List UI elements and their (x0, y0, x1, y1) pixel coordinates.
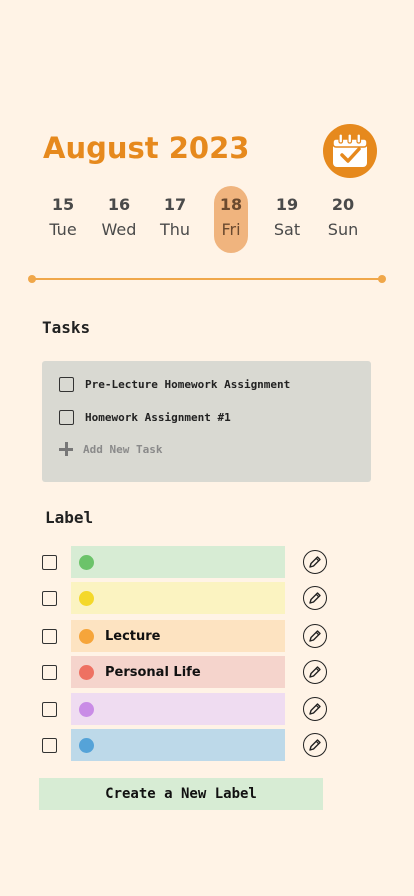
label-bar[interactable]: Lecture (71, 620, 285, 652)
calendar-check-icon (332, 133, 368, 167)
tasks-heading: Tasks (42, 318, 91, 337)
label-bar[interactable] (71, 729, 285, 761)
label-bar[interactable] (71, 582, 285, 614)
day-weekday: Sun (327, 220, 359, 239)
day-weekday: Thu (159, 220, 191, 239)
day-number: 20 (331, 195, 355, 214)
label-bar[interactable] (71, 546, 285, 578)
label-color-dot (79, 554, 94, 570)
add-task-label: Add New Task (83, 442, 163, 456)
edit-label-button[interactable] (303, 660, 327, 684)
task-label: Pre-Lecture Homework Assignment (85, 377, 291, 391)
label-color-dot (79, 664, 94, 680)
label-row (42, 546, 342, 578)
edit-label-button[interactable] (303, 586, 327, 610)
edit-label-button[interactable] (303, 624, 327, 648)
timeline-divider (28, 275, 386, 283)
label-color-dot (79, 628, 94, 644)
label-row: Lecture (42, 620, 342, 652)
day-weekday: Wed (101, 220, 137, 239)
timeline-end-dot (378, 275, 386, 283)
day-number: 19 (275, 195, 299, 214)
label-row (42, 693, 342, 725)
week-strip: 15 Tue 16 Wed 17 Thu 18 Fri 19 Sat 20 Su… (36, 186, 380, 256)
edit-label-button[interactable] (303, 733, 327, 757)
label-bar[interactable] (71, 693, 285, 725)
day-number: 15 (51, 195, 75, 214)
label-checkbox[interactable] (42, 591, 57, 606)
day-17[interactable]: 17 Thu (148, 186, 202, 253)
edit-label-button[interactable] (303, 550, 327, 574)
day-20[interactable]: 20 Sun (316, 186, 370, 253)
day-number: 16 (107, 195, 131, 214)
pencil-icon (309, 556, 321, 568)
label-text: Lecture (105, 628, 161, 644)
timeline-start-dot (28, 275, 36, 283)
label-row (42, 729, 342, 761)
calendar-button[interactable] (323, 124, 377, 178)
task-item: Pre-Lecture Homework Assignment (59, 375, 290, 393)
label-checkbox[interactable] (42, 738, 57, 753)
plus-icon (59, 442, 73, 456)
create-label-button[interactable]: Create a New Label (39, 778, 323, 810)
label-text: Personal Life (105, 664, 201, 680)
label-bar[interactable]: Personal Life (71, 656, 285, 688)
label-checkbox[interactable] (42, 555, 57, 570)
day-16[interactable]: 16 Wed (92, 186, 146, 253)
label-color-dot (79, 701, 94, 717)
page-title: August 2023 (43, 131, 250, 165)
pencil-icon (309, 666, 321, 678)
day-15[interactable]: 15 Tue (36, 186, 90, 253)
label-checkbox[interactable] (42, 702, 57, 717)
day-number: 17 (163, 195, 187, 214)
label-row (42, 582, 342, 614)
edit-label-button[interactable] (303, 697, 327, 721)
label-heading: Label (45, 508, 94, 527)
day-weekday: Tue (49, 220, 77, 239)
task-checkbox[interactable] (59, 376, 74, 392)
label-color-dot (79, 590, 94, 606)
task-label: Homework Assignment #1 (85, 410, 231, 424)
pencil-icon (309, 592, 321, 604)
day-weekday: Sat (273, 220, 301, 239)
pencil-icon (309, 739, 321, 751)
label-checkbox[interactable] (42, 665, 57, 680)
task-checkbox[interactable] (59, 409, 74, 425)
day-number: 18 (219, 195, 243, 214)
tasks-panel: Pre-Lecture Homework Assignment Homework… (42, 361, 371, 482)
pencil-icon (309, 703, 321, 715)
task-item: Homework Assignment #1 (59, 408, 231, 426)
add-task-button[interactable]: Add New Task (59, 442, 162, 456)
day-19[interactable]: 19 Sat (260, 186, 314, 253)
day-18-selected[interactable]: 18 Fri (204, 186, 258, 253)
label-color-dot (79, 737, 94, 753)
day-weekday: Fri (221, 220, 241, 239)
label-row: Personal Life (42, 656, 342, 688)
label-checkbox[interactable] (42, 629, 57, 644)
pencil-icon (309, 630, 321, 642)
